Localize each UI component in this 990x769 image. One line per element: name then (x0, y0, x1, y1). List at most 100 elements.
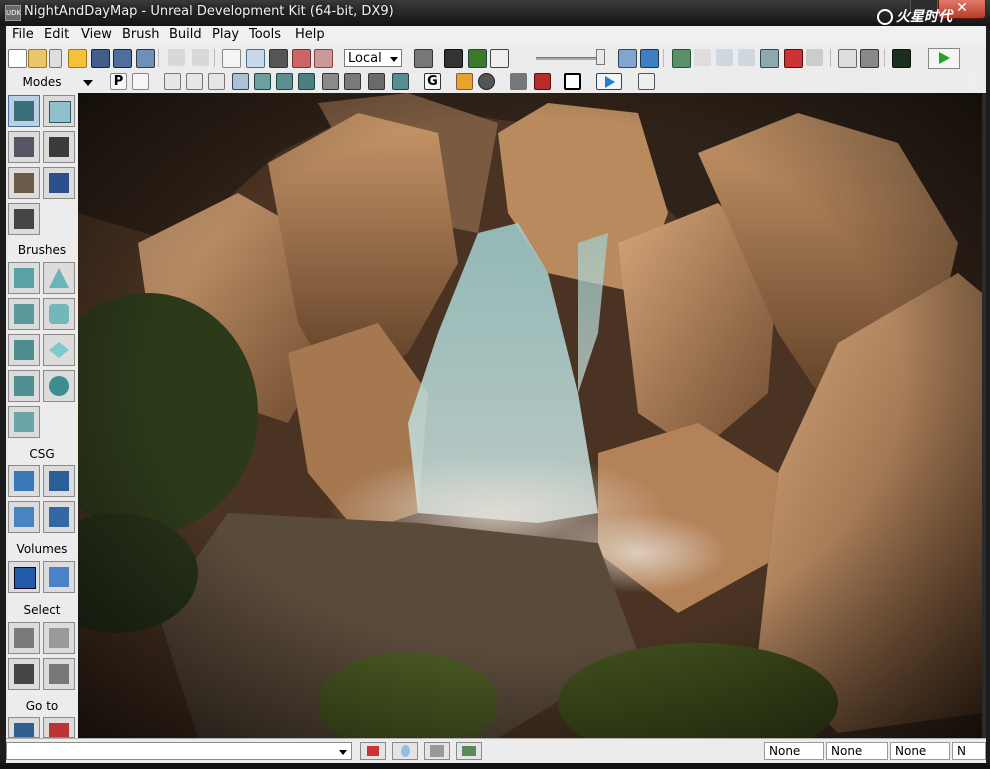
csg-add-button[interactable] (8, 465, 40, 497)
window-layout-icon[interactable] (838, 49, 857, 68)
maximize-viewport-icon[interactable] (564, 73, 581, 90)
matinee-icon[interactable] (490, 49, 509, 68)
build-geometry-icon[interactable] (672, 49, 691, 68)
new-file-icon[interactable] (8, 49, 27, 68)
csg-subtract-button[interactable] (43, 465, 75, 497)
game-view-toggle[interactable]: G (424, 73, 441, 90)
scale-nonuniform-icon[interactable] (314, 49, 333, 68)
autosave-check-icon[interactable] (456, 742, 482, 760)
lightbulb-icon[interactable] (392, 742, 418, 760)
reflections-icon[interactable] (392, 73, 409, 90)
viewport-split-icon[interactable] (638, 73, 655, 90)
linear-stairs-brush-button[interactable] (8, 334, 40, 366)
cylinder-brush-button[interactable] (43, 298, 75, 330)
stop-build-icon[interactable] (784, 49, 803, 68)
build-cover-icon[interactable] (738, 49, 755, 66)
redo-icon[interactable] (192, 49, 209, 66)
volumetric-brush-button[interactable] (8, 406, 40, 438)
csg-intersect-button[interactable] (8, 501, 40, 533)
menu-view[interactable]: View (77, 27, 116, 42)
texture-density-icon[interactable] (322, 73, 339, 90)
select-arrow-icon[interactable] (222, 49, 241, 68)
play-in-viewport-button[interactable] (596, 73, 622, 90)
stairs-brush-button[interactable] (8, 298, 40, 330)
spiral-stairs-brush-button[interactable] (8, 370, 40, 402)
menu-help[interactable]: Help (291, 27, 329, 42)
rotate-tool-icon[interactable] (269, 49, 288, 68)
shader-complexity-icon[interactable] (344, 73, 361, 90)
menu-edit[interactable]: Edit (40, 27, 73, 42)
realtime-toggle-icon[interactable] (132, 73, 149, 90)
unlit-icon[interactable] (208, 73, 225, 90)
terrain-mode-button[interactable] (8, 131, 40, 163)
goto-actor-button[interactable] (8, 717, 40, 738)
move-mode-button[interactable] (43, 131, 75, 163)
lock-icon[interactable] (456, 73, 473, 90)
kismet-icon[interactable] (444, 49, 463, 68)
perspective-toggle[interactable]: P (110, 73, 127, 90)
rotation-grid-icon[interactable] (424, 742, 450, 760)
favorite-star-icon[interactable] (68, 49, 87, 68)
texture-paint-mode-button[interactable] (8, 167, 40, 199)
maximize-button[interactable] (910, 0, 938, 13)
menu-tools[interactable]: Tools (245, 27, 285, 42)
sheet-brush-button[interactable] (43, 334, 75, 366)
build-paths-icon[interactable] (716, 49, 733, 66)
camera-icon[interactable] (860, 49, 879, 68)
cone-brush-button[interactable] (43, 262, 75, 294)
menu-play[interactable]: Play (208, 27, 243, 42)
menu-build[interactable]: Build (165, 27, 206, 42)
invert-selection-button[interactable] (43, 658, 75, 690)
cube-view-icon[interactable] (618, 49, 637, 68)
perspective-viewport[interactable] (78, 93, 982, 738)
detail-lighting-icon[interactable] (254, 73, 271, 90)
lit-icon[interactable] (232, 73, 249, 90)
drag-grid-toggle-icon[interactable] (360, 742, 386, 760)
lighting-only-icon[interactable] (276, 73, 293, 90)
restore-viewport-icon[interactable] (966, 73, 978, 90)
show-selected-button[interactable] (8, 622, 40, 654)
lighting-info-icon[interactable] (806, 49, 823, 66)
slider-thumb[interactable] (596, 49, 605, 65)
build-lighting-icon[interactable] (694, 49, 711, 66)
recent-files-dropdown[interactable] (49, 49, 62, 68)
add-volume-button[interactable] (8, 561, 40, 593)
select-inside-button[interactable] (8, 658, 40, 690)
viewport-options-dropdown[interactable] (82, 73, 94, 90)
translate-tool-icon[interactable] (246, 49, 265, 68)
scale-tool-icon[interactable] (292, 49, 311, 68)
save-icon[interactable] (91, 49, 110, 68)
light-complexity-icon[interactable] (298, 73, 315, 90)
landscape-mode-button[interactable] (8, 203, 40, 235)
hide-selected-button[interactable] (43, 622, 75, 654)
play-in-editor-button[interactable] (928, 48, 960, 69)
sphere-brush-button[interactable] (43, 370, 75, 402)
command-input[interactable] (6, 742, 352, 760)
brush-wireframe-icon[interactable] (164, 73, 181, 90)
lightmap-density-icon[interactable] (368, 73, 385, 90)
menu-file[interactable]: File (8, 27, 38, 42)
close-button[interactable]: ✕ (938, 0, 986, 19)
wireframe-icon[interactable] (186, 73, 203, 90)
binoculars-icon[interactable] (414, 49, 433, 68)
goto-builder-brush-button[interactable] (43, 717, 75, 738)
sphere-view-icon[interactable] (640, 49, 659, 68)
menu-brush[interactable]: Brush (118, 27, 164, 42)
camera-mode-button[interactable] (8, 95, 40, 127)
content-browser-icon[interactable] (468, 49, 487, 68)
streaming-volume-icon[interactable] (534, 73, 551, 90)
save-level-icon[interactable] (136, 49, 155, 68)
geometry-mode-button[interactable] (43, 95, 75, 127)
csg-deintersect-button[interactable] (43, 501, 75, 533)
play-on-pc-icon[interactable] (892, 49, 911, 68)
open-folder-icon[interactable] (28, 49, 47, 68)
joystick-icon[interactable] (510, 73, 527, 90)
cube-brush-button[interactable] (8, 262, 40, 294)
undo-icon[interactable] (168, 49, 185, 66)
save-all-icon[interactable] (113, 49, 132, 68)
add-special-volume-button[interactable] (43, 561, 75, 593)
eye-icon[interactable] (478, 73, 495, 90)
mesh-paint-mode-button[interactable] (43, 167, 75, 199)
build-all-icon[interactable] (760, 49, 779, 68)
coordinate-space-select[interactable]: Local (344, 49, 402, 67)
